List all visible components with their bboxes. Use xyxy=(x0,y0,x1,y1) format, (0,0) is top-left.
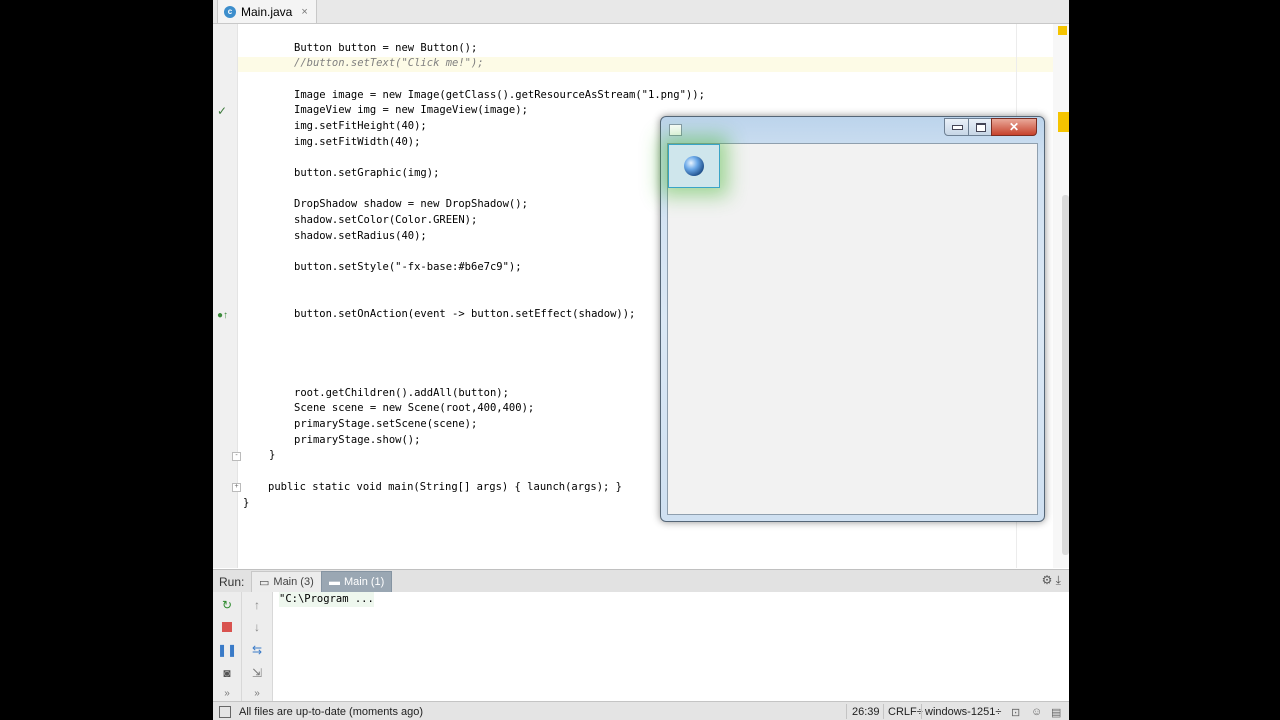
code-line: Scene scene = new Scene(root,400,400); xyxy=(294,402,535,414)
event-log-icon[interactable]: ▤ xyxy=(1051,706,1061,719)
console-output[interactable]: "C:\Program ... xyxy=(273,592,1069,701)
inspector-icon[interactable]: ☺ xyxy=(1031,706,1042,718)
up-arrow-icon[interactable]: ↑ xyxy=(249,597,265,613)
code-line: primaryStage.setScene(scene); xyxy=(294,418,478,430)
panel-toggle-icon[interactable] xyxy=(219,706,231,718)
java-class-icon: c xyxy=(224,5,236,18)
tab-main-java[interactable]: c Main.java × xyxy=(217,0,317,23)
code-line: button.setGraphic(img); xyxy=(294,167,440,179)
editor-scrollbar[interactable] xyxy=(1062,195,1069,555)
fold-toggle-icon[interactable]: - xyxy=(232,452,241,461)
run-config-icon: ▭ xyxy=(259,576,270,589)
fold-toggle-icon[interactable]: + xyxy=(232,483,241,492)
code-line: shadow.setRadius(40); xyxy=(294,230,427,242)
highlight-marker[interactable] xyxy=(1058,112,1069,132)
line-separator-selector[interactable]: CRLF÷ xyxy=(888,706,923,718)
run-tab-label: Main (1) xyxy=(344,576,385,588)
divider xyxy=(921,704,922,719)
app-window-icon xyxy=(669,124,682,136)
code-line: primaryStage.show(); xyxy=(294,434,421,446)
lock-icon[interactable]: ⊡ xyxy=(1011,706,1020,719)
minimize-button[interactable] xyxy=(944,118,970,136)
status-bar: All files are up-to-date (moments ago) 2… xyxy=(213,701,1069,720)
caret-position[interactable]: 26:39 xyxy=(852,706,880,718)
check-icon: ✓ xyxy=(217,104,228,118)
code-line: button.setOnAction(event -> button.setEf… xyxy=(294,308,636,320)
soft-wrap-icon[interactable]: ⇆ xyxy=(249,642,265,658)
run-tab-main-3[interactable]: ▭ Main (3) xyxy=(251,571,322,593)
run-tab-main-1[interactable]: ▬ Main (1) xyxy=(321,571,393,593)
code-line: ImageView img = new ImageView(image); xyxy=(294,104,528,116)
code-line: img.setFitHeight(40); xyxy=(294,120,427,132)
code-line: public static void main(String[] args) {… xyxy=(268,481,623,493)
down-arrow-icon[interactable]: ↓ xyxy=(249,619,265,635)
code-line: img.setFitWidth(40); xyxy=(294,136,421,148)
run-toolbar-secondary: ↑ ↓ ⇆ ⇲ » xyxy=(242,592,273,701)
minimize-icon xyxy=(951,124,963,130)
editor-tab-bar: c Main.java × xyxy=(213,0,1069,24)
code-line: Image image = new Image(getClass().getRe… xyxy=(294,89,705,101)
console-line: "C:\Program ... xyxy=(279,592,374,607)
status-message: All files are up-to-date (moments ago) xyxy=(239,706,424,718)
more-icon[interactable]: » xyxy=(219,685,235,701)
code-line: root.getChildren().addAll(button); xyxy=(294,387,509,399)
encoding-selector[interactable]: windows-1251÷ xyxy=(925,706,1001,718)
lambda-gutter-icon[interactable]: ●↑ xyxy=(217,310,228,321)
divider xyxy=(846,704,847,719)
divider xyxy=(883,704,884,719)
code-line: Button button = new Button(); xyxy=(294,42,478,54)
settings-icon[interactable]: ⚙ ⤓ xyxy=(1042,573,1061,588)
more-icon[interactable]: » xyxy=(249,685,265,701)
run-tab-label: Main (3) xyxy=(273,576,314,588)
camera-icon[interactable]: ◙ xyxy=(219,665,235,681)
close-window-button[interactable]: ✕ xyxy=(991,118,1037,136)
maximize-icon xyxy=(975,122,986,132)
scroll-to-end-icon[interactable]: ⇲ xyxy=(249,665,265,681)
code-line: button.setStyle("-fx-base:#b6e7c9"); xyxy=(294,261,522,273)
pause-icon[interactable]: ❚❚ xyxy=(217,642,237,658)
javafx-app-window[interactable]: ✕ xyxy=(660,116,1045,522)
code-line: shadow.setColor(Color.GREEN); xyxy=(294,214,478,226)
code-line: } xyxy=(243,497,250,509)
javafx-scene xyxy=(667,143,1038,515)
maximize-button[interactable] xyxy=(968,118,993,136)
rerun-icon[interactable]: ↻ xyxy=(219,597,235,613)
code-line: DropShadow shadow = new DropShadow(); xyxy=(294,198,528,210)
run-label: Run: xyxy=(219,575,245,589)
code-line: } xyxy=(269,449,276,461)
run-config-icon: ▬ xyxy=(329,576,340,588)
code-line: //button.setText("Click me!"); xyxy=(294,57,484,69)
image-button[interactable] xyxy=(668,144,720,188)
close-icon[interactable]: × xyxy=(301,6,307,18)
globe-icon xyxy=(684,156,704,176)
warning-marker[interactable] xyxy=(1058,26,1067,35)
run-panel-header: Run: ▭ Main (3) ▬ Main (1) ⚙ ⤓ xyxy=(213,569,1069,593)
run-toolbar-primary: ↻ ❚❚ ◙ » xyxy=(213,592,242,701)
stop-icon[interactable] xyxy=(219,619,235,635)
tab-label: Main.java xyxy=(241,4,293,19)
